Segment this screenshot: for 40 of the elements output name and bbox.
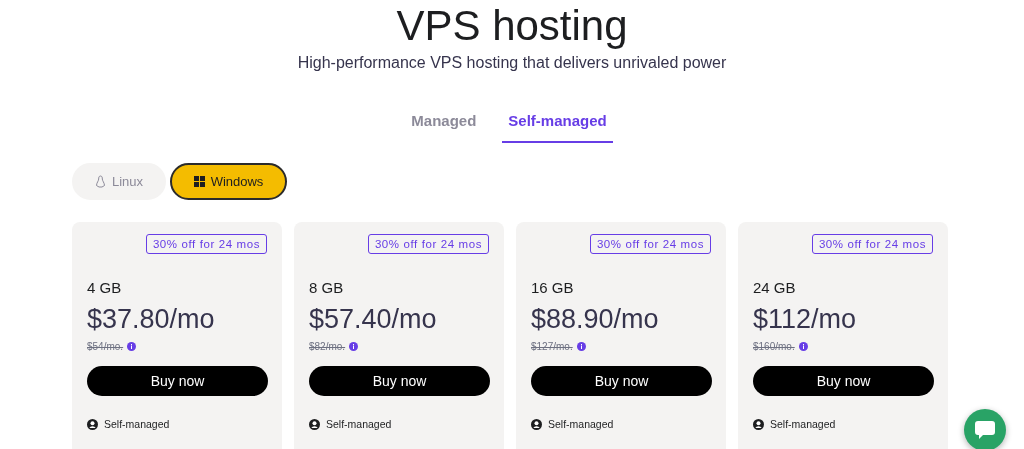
page-title: VPS hosting [396,2,628,50]
user-icon [531,418,542,430]
buy-now-button[interactable]: Buy now [753,366,934,396]
buy-now-button[interactable]: Buy now [87,366,268,396]
penguin-icon [94,175,106,188]
plan-feature: Self-managed [326,418,392,430]
plan-memory: 24 GB [753,279,797,296]
user-icon [87,418,98,430]
os-toggle-button[interactable]: Windows [170,163,287,200]
chat-bubble-icon [975,421,995,439]
windows-icon [193,176,205,187]
plan-price: $88.90/mo [531,304,660,335]
old-price: $54/mo. [87,341,124,352]
plan-price: $57.40/mo [309,304,438,335]
discount-badge: 30% off for 24 mos [367,234,489,254]
user-icon [309,418,320,430]
info-icon[interactable] [798,342,808,351]
buy-now-button[interactable]: Buy now [531,366,712,396]
page-subtitle: High-performance VPS hosting that delivers unrivaled power [297,54,727,72]
chat-button[interactable] [964,409,1006,449]
buy-now-button[interactable]: Buy now [309,366,490,396]
tab[interactable]: Self-managed [502,106,613,143]
plan-memory: 4 GB [87,279,123,296]
old-price: $82/mo. [309,341,346,352]
plan-price: $37.80/mo [87,304,216,335]
plan-memory: 16 GB [531,279,575,296]
plan-feature: Self-managed [548,418,614,430]
info-icon[interactable] [349,342,359,351]
info-icon[interactable] [576,342,586,351]
discount-badge: 30% off for 24 mos [811,234,933,254]
plan-price: $112/mo [753,304,858,335]
user-icon [753,418,764,430]
info-icon[interactable] [127,342,137,351]
plan-memory: 8 GB [309,279,345,296]
plan-feature: Self-managed [104,418,170,430]
discount-badge: 30% off for 24 mos [589,234,711,254]
discount-badge: 30% off for 24 mos [145,234,267,254]
plan-feature: Self-managed [770,418,836,430]
old-price: $160/mo. [753,341,795,352]
old-price: $127/mo. [531,341,573,352]
